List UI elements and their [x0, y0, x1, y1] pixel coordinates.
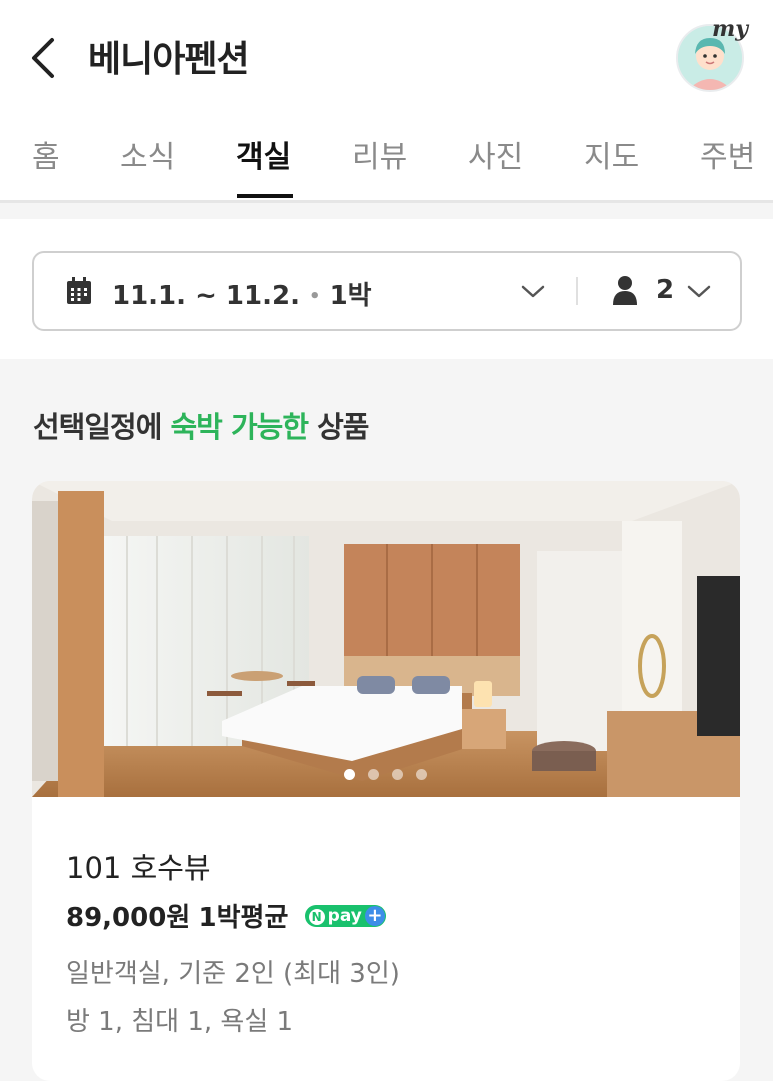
pagination-dot[interactable] — [392, 769, 403, 780]
section-title-highlight: 숙박 가능한 — [170, 410, 309, 444]
chevron-down-icon[interactable] — [520, 279, 546, 303]
npay-text: pay — [327, 905, 362, 926]
tab-map[interactable]: 지도 — [584, 132, 639, 176]
header: 베니아펜션 my — [0, 0, 773, 110]
section-title-suffix: 상품 — [308, 410, 369, 444]
divider — [0, 203, 773, 219]
npay-n-icon: N — [308, 908, 325, 925]
price-note: 1박평균 — [198, 903, 289, 933]
date-value: 11.1. ~ 11.2. — [112, 281, 300, 311]
tab-photos[interactable]: 사진 — [468, 132, 523, 176]
date-range[interactable]: 11.1. ~ 11.2. • 1박 — [112, 275, 372, 312]
tab-nearby[interactable]: 주변 — [700, 132, 755, 176]
tab-bar: 홈 소식 객실 리뷰 사진 지도 주변 — [0, 110, 773, 203]
nights-value: 1박 — [329, 281, 372, 311]
tab-reviews[interactable]: 리뷰 — [352, 132, 407, 176]
tab-news[interactable]: 소식 — [120, 132, 175, 176]
room-spec: 방 1, 침대 1, 욕실 1 — [66, 1007, 294, 1037]
date-separator: • — [309, 286, 321, 307]
room-card[interactable]: 101 호수뷰 89,000원 1박평균 Npay + 일반객실, 기준 2인 (… — [32, 481, 740, 1081]
section-title-prefix: 선택일정에 — [33, 410, 171, 444]
room-price: 89,000원 — [66, 903, 191, 933]
room-name[interactable]: 101 호수뷰 — [66, 845, 211, 887]
filter-area: 11.1. ~ 11.2. • 1박 2 — [0, 219, 773, 359]
pagination-dot[interactable] — [416, 769, 427, 780]
guest-count[interactable]: 2 — [656, 275, 674, 305]
plus-icon: + — [364, 905, 385, 926]
pagination-dot[interactable] — [368, 769, 379, 780]
pagination-dot[interactable] — [344, 769, 355, 780]
room-photo[interactable] — [32, 481, 740, 797]
chevron-down-icon[interactable] — [686, 279, 712, 303]
tab-home[interactable]: 홈 — [32, 132, 60, 176]
page-title: 베니아펜션 — [88, 39, 250, 80]
npay-badge: Npay + — [304, 904, 386, 927]
back-button[interactable] — [26, 36, 66, 80]
section-title: 선택일정에 숙박 가능한 상품 — [33, 404, 369, 446]
filter-divider — [576, 277, 578, 305]
price-row: 89,000원 1박평균 Npay + — [66, 897, 386, 934]
room-description: 일반객실, 기준 2인 (최대 3인) — [66, 959, 400, 989]
my-label: my — [712, 16, 749, 42]
my-button[interactable]: my — [672, 16, 749, 94]
booking-filter: 11.1. ~ 11.2. • 1박 2 — [32, 251, 742, 331]
person-icon — [613, 276, 637, 305]
calendar-icon — [67, 277, 91, 304]
back-arrow-icon — [32, 38, 54, 78]
active-tab-indicator — [237, 194, 293, 198]
tab-rooms[interactable]: 객실 — [236, 132, 291, 176]
